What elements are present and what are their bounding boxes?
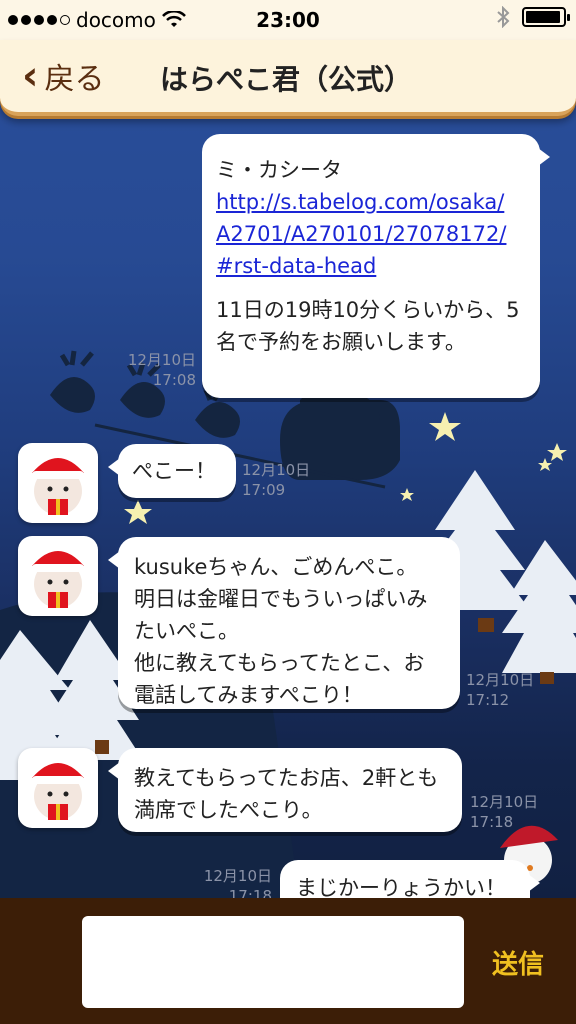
incoming-message-bubble[interactable]: 教えてもらってたお店、2軒とも 満席でしたぺこり。 [108,748,462,832]
message-text: 名で予約をお願いします。 [216,330,466,354]
message-link-line[interactable]: #rst-data-head [216,254,376,278]
message-text: ぺこー！ [132,459,216,483]
message-text: ミ・カシータ [216,158,342,182]
back-chevron-icon: ‹ [22,53,39,99]
incoming-message-bubble[interactable]: ぺこー！ [108,444,236,498]
message-timestamp: 12月10日 17:18 [470,793,539,831]
message-input-bar: 送信 [0,898,576,1024]
sender-avatar[interactable] [18,536,98,616]
message-timestamp: 12月10日 17:12 [466,671,535,709]
message-text: 電話してみますぺこり！ [134,683,363,707]
message-text: たいぺこ。 [134,619,239,643]
back-label: 戻る [44,62,105,97]
avatar-santa-bear-icon [32,551,89,608]
message-text: 11日の19時10分くらいから、5 [216,298,520,322]
sender-avatar[interactable] [18,748,98,828]
incoming-message-bubble[interactable]: kusukeちゃん、ごめんぺこ。 明日は金曜日でもういっぱいみ たいぺこ。 他に… [108,537,460,709]
avatar-santa-bear-icon [32,458,89,515]
sender-avatar[interactable] [18,443,98,523]
bluetooth-icon [497,6,510,28]
message-link[interactable]: http://s.tabelog.com/osaka/ A2701/A27010… [216,186,526,282]
avatar-santa-bear-icon [32,763,89,820]
message-text: 他に教えてもらってたとこ、お [134,651,425,675]
message-timestamp: 12月10日 17:08 [127,351,196,389]
star-icon [547,443,567,461]
message-text: 明日は金曜日でもういっぱいみ [134,587,428,611]
message-text: 満席でしたぺこり。 [134,798,323,822]
message-link-line[interactable]: http://s.tabelog.com/osaka/ [216,190,504,214]
message-text: 教えてもらってたお店、2軒とも [134,766,439,790]
star-icon [124,500,152,524]
status-right [496,6,570,28]
message-timestamp: 12月10日 17:09 [242,461,311,499]
nav-bar: ‹ 戻る はらぺこ君（公式） [0,40,576,116]
send-button[interactable]: 送信 [492,944,544,981]
status-bar: docomo 23:00 [0,0,576,40]
outgoing-message-bubble[interactable]: ミ・カシータ http://s.tabelog.com/osaka/ A2701… [202,134,550,398]
back-button[interactable]: ‹ 戻る [22,54,104,98]
star-icon [400,488,414,501]
star-icon [538,458,552,471]
battery-icon [522,7,570,27]
page-title: はらぺこ君（公式） [160,63,413,96]
star-icon [429,412,461,441]
status-time: 23:00 [256,8,320,32]
message-link-line[interactable]: A2701/A270101/27078172/ [216,222,506,246]
message-text: kusukeちゃん、ごめんぺこ。 [134,555,418,579]
message-input[interactable] [82,916,464,1008]
